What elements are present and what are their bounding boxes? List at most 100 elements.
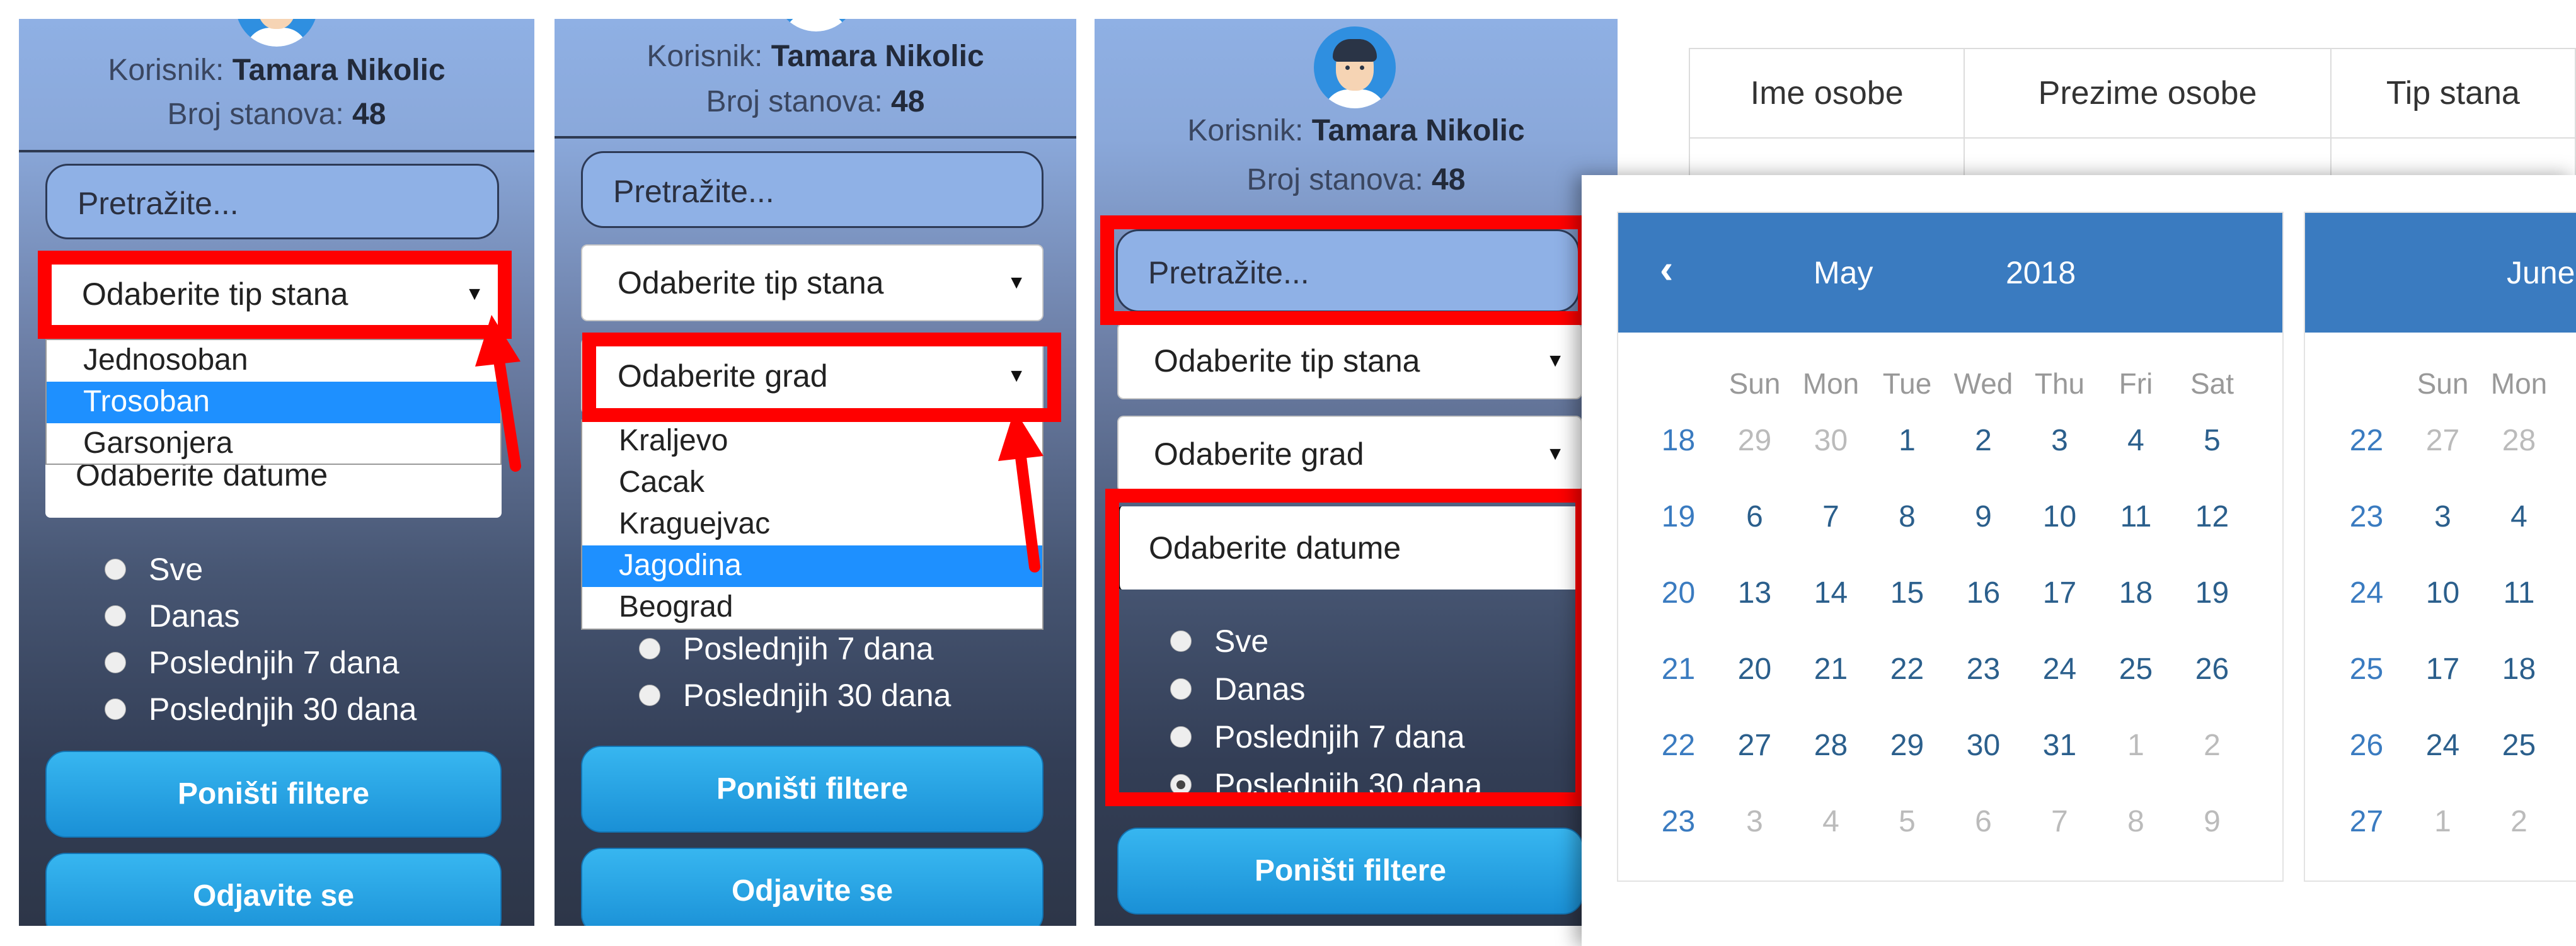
radio-circle-icon[interactable] [639, 638, 660, 659]
dropdown-option[interactable]: Trosoban [47, 382, 500, 423]
calendar-day[interactable]: 5 [1869, 804, 1945, 839]
calendar-day[interactable]: 1 [2098, 728, 2174, 763]
apartment-type-select[interactable]: Odaberite tip stana ▼ [45, 256, 502, 333]
calendar-day[interactable]: 7 [2021, 804, 2098, 839]
radio-circle-icon[interactable] [1170, 630, 1192, 652]
calendar-day[interactable]: 8 [2098, 804, 2174, 839]
calendar-day[interactable]: 3 [2021, 423, 2098, 458]
dropdown-option[interactable]: Kraguejvac [582, 504, 1042, 545]
radio-circle-icon[interactable] [1170, 678, 1192, 700]
calendar-day[interactable]: 19 [2174, 576, 2250, 610]
search-input[interactable]: Pretražite... [45, 164, 499, 239]
dropdown-caret-icon: ▼ [1007, 365, 1026, 386]
calendar-day[interactable]: 29 [1869, 728, 1945, 763]
calendar-day[interactable]: 25 [2481, 728, 2557, 763]
week-number: 24 [2349, 576, 2384, 610]
calendar-day[interactable]: 27 [1716, 728, 1793, 763]
city-select[interactable]: Odaberite grad ▼ [1117, 416, 1582, 493]
chevron-left-icon[interactable]: ‹ [1660, 246, 1673, 292]
calendar-day[interactable]: 1 [1869, 423, 1945, 458]
dropdown-option[interactable]: Jagodina [582, 545, 1042, 587]
reset-filters-button[interactable]: Poništi filtere [1117, 828, 1584, 915]
radio-circle-icon[interactable] [1170, 726, 1192, 748]
column-header[interactable]: Ime osobe [1688, 48, 1965, 139]
reset-filters-button[interactable]: Poništi filtere [581, 746, 1044, 833]
calendar-day[interactable]: 22 [1869, 652, 1945, 687]
calendar-day[interactable]: 21 [1793, 652, 1869, 687]
city-select[interactable]: Odaberite grad ▼ [581, 338, 1044, 414]
dropdown-option[interactable]: Kraljevo [582, 421, 1042, 462]
date-range-input[interactable]: Odaberite datume [1117, 506, 1582, 590]
logout-button[interactable]: Odjavite se [45, 853, 502, 926]
calendar-day[interactable]: 2 [2481, 804, 2557, 839]
calendar-day[interactable]: 30 [1945, 728, 2021, 763]
calendar-day[interactable]: 18 [2481, 652, 2557, 687]
calendar-day[interactable]: 31 [2021, 728, 2098, 763]
week-number: 22 [2349, 424, 2384, 457]
radio-circle-icon[interactable] [105, 698, 126, 720]
column-header[interactable]: Tip stana [2330, 48, 2576, 139]
calendar-day[interactable]: 5 [2174, 423, 2250, 458]
calendar-day[interactable]: 4 [2098, 423, 2174, 458]
calendar-day[interactable]: 17 [2405, 652, 2481, 687]
calendar-day[interactable]: 29 [1716, 423, 1793, 458]
calendar-day[interactable]: 9 [1945, 499, 2021, 534]
calendar-day[interactable]: 13 [1716, 576, 1793, 610]
calendar-day[interactable]: 16 [1945, 576, 2021, 610]
calendar-day[interactable]: 23 [1945, 652, 2021, 687]
week-number: 18 [1661, 424, 1696, 457]
user-name: Tamara Nikolic [771, 40, 984, 73]
calendar-day[interactable]: 15 [1869, 576, 1945, 610]
column-header[interactable]: Prezime osobe [1964, 48, 2332, 139]
calendar-day[interactable]: 14 [1793, 576, 1869, 610]
weekday-label: Tue [1882, 367, 1932, 400]
calendar-day[interactable]: 28 [2481, 423, 2557, 458]
calendar-day[interactable]: 11 [2481, 576, 2557, 610]
calendar-day[interactable]: 9 [2174, 804, 2250, 839]
calendar-day[interactable]: 4 [2481, 499, 2557, 534]
calendar-day[interactable]: 12 [2174, 499, 2250, 534]
calendar-day[interactable]: 11 [2098, 499, 2174, 534]
calendar-day[interactable]: 27 [2405, 423, 2481, 458]
calendar-day[interactable]: 28 [1793, 728, 1869, 763]
date-range-input[interactable]: Odaberite datume [45, 459, 502, 518]
radio-circle-icon[interactable] [639, 685, 660, 706]
calendar-day[interactable]: 8 [1869, 499, 1945, 534]
radio-circle-icon[interactable] [105, 559, 126, 580]
calendar-day[interactable]: 20 [1716, 652, 1793, 687]
radio-label: Poslednjih 30 dana [1214, 767, 1483, 802]
calendar-day[interactable]: 6 [1716, 499, 1793, 534]
calendar-day[interactable]: 26 [2174, 652, 2250, 687]
radio-circle-icon[interactable] [105, 652, 126, 673]
apartment-type-select[interactable]: Odaberite tip stana ▼ [1117, 322, 1582, 399]
radio-circle-icon[interactable] [1170, 774, 1192, 795]
radio-circle-icon[interactable] [105, 605, 126, 627]
calendar-day[interactable]: 6 [1945, 804, 2021, 839]
dropdown-option[interactable]: Beograd [582, 587, 1042, 629]
calendar-day[interactable]: 4 [1793, 804, 1869, 839]
search-input[interactable]: Pretražite... [581, 151, 1044, 228]
search-input[interactable]: Pretražite... [1116, 229, 1580, 312]
reset-filters-button[interactable]: Poništi filtere [45, 751, 502, 838]
calendar-day[interactable]: 17 [2021, 576, 2098, 610]
calendar-day[interactable]: 24 [2021, 652, 2098, 687]
calendar-day[interactable]: 2 [2174, 728, 2250, 763]
calendar-day[interactable]: 25 [2098, 652, 2174, 687]
calendar-day[interactable]: 18 [2098, 576, 2174, 610]
dropdown-option[interactable]: Garsonjera [47, 423, 500, 465]
calendar-day[interactable]: 3 [1716, 804, 1793, 839]
calendar-day[interactable]: 10 [2021, 499, 2098, 534]
calendar-day[interactable]: 30 [1793, 423, 1869, 458]
calendar-day[interactable]: 24 [2405, 728, 2481, 763]
calendar-day[interactable]: 3 [2405, 499, 2481, 534]
calendar-day[interactable]: 1 [2405, 804, 2481, 839]
calendar-day[interactable]: 7 [1793, 499, 1869, 534]
calendar-day[interactable]: 2 [1945, 423, 2021, 458]
calendar-year: 2018 [2006, 255, 2076, 290]
dropdown-option[interactable]: Cacak [582, 462, 1042, 504]
logout-button[interactable]: Odjavite se [581, 848, 1044, 926]
dropdown-option[interactable]: Jednosoban [47, 340, 500, 382]
sidebar-panel-1: Korisnik: Tamara Nikolic Broj stanova: 4… [19, 19, 534, 926]
apartment-type-select[interactable]: Odaberite tip stana ▼ [581, 244, 1044, 321]
calendar-day[interactable]: 10 [2405, 576, 2481, 610]
